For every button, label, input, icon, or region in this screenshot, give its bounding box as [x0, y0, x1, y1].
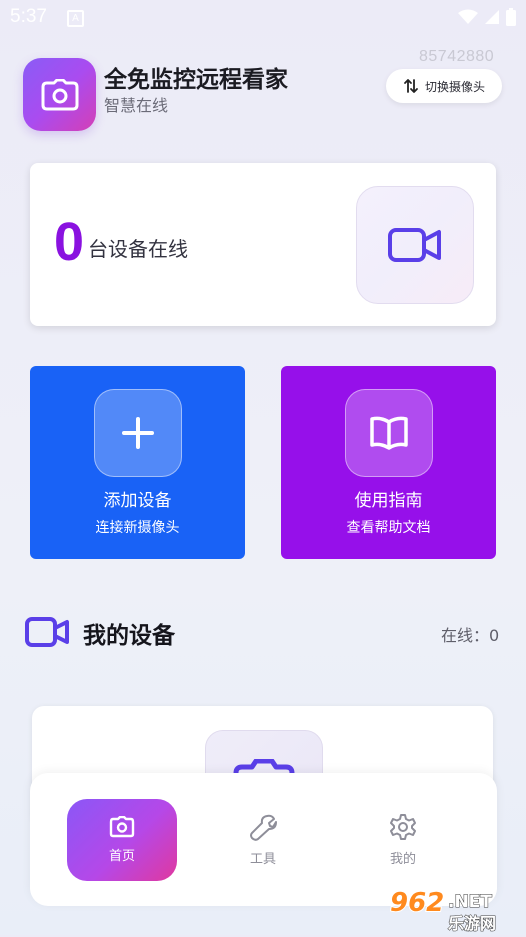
add-icon-box: [94, 389, 182, 477]
nav-mine[interactable]: 我的: [348, 799, 458, 881]
add-device-title: 添加设备: [103, 491, 172, 511]
video-camera-icon: [25, 617, 69, 647]
watermark-logo: 962 .NET 乐游网: [389, 887, 497, 934]
devices-section-title: 我的设备: [83, 623, 175, 649]
app-title: 全免监控远程看家: [104, 67, 288, 93]
plus-icon: [122, 417, 154, 449]
devices-online-count: 在线：0: [441, 626, 500, 645]
user-guide-title: 使用指南: [354, 491, 423, 511]
user-guide-subtitle: 查看帮助文档: [346, 520, 431, 536]
nav-home-label: 首页: [108, 849, 135, 864]
video-camera-icon: [388, 228, 441, 262]
nav-mine-label: 我的: [389, 852, 416, 867]
status-time: 5:37: [10, 6, 47, 27]
watermark-number: 962: [390, 888, 444, 918]
watermark-site: 乐游网: [448, 914, 496, 933]
video-tile[interactable]: [356, 186, 474, 304]
site-watermark: 962 .NET 乐游网: [388, 885, 522, 934]
wifi-icon: [458, 9, 478, 24]
battery-icon: [506, 8, 516, 26]
online-count: 0: [54, 212, 85, 272]
gear-icon: [390, 814, 416, 840]
nav-tools[interactable]: 工具: [208, 799, 318, 881]
devices-section-icon: [25, 617, 69, 651]
add-device-card[interactable]: 添加设备 连接新摄像头: [30, 366, 245, 559]
online-label: 台设备在线: [88, 237, 188, 261]
watermark-suffix: .NET: [448, 892, 492, 912]
wrench-icon: [250, 814, 277, 841]
switch-camera-label: 切换摄像头: [424, 79, 485, 94]
camera-icon: [109, 816, 135, 838]
nav-tools-label: 工具: [249, 852, 276, 867]
switch-camera-button[interactable]: 切换摄像头: [386, 69, 502, 103]
status-bar: 5:37 A: [0, 0, 526, 36]
notification-icon: A: [67, 10, 84, 27]
user-guide-card[interactable]: 使用指南 查看帮助文档: [281, 366, 496, 559]
app-subtitle: 智慧在线: [104, 96, 169, 115]
swap-icon: [404, 79, 418, 93]
book-icon: [370, 416, 408, 450]
guide-icon-box: [345, 389, 433, 477]
status-icons: [458, 8, 516, 26]
nav-home[interactable]: 首页: [67, 799, 177, 881]
signal-icon: [485, 10, 499, 24]
app-logo: [23, 58, 96, 131]
camera-icon: [41, 78, 78, 110]
add-device-subtitle: 连接新摄像头: [95, 520, 180, 536]
device-id: 85742880: [419, 48, 495, 65]
